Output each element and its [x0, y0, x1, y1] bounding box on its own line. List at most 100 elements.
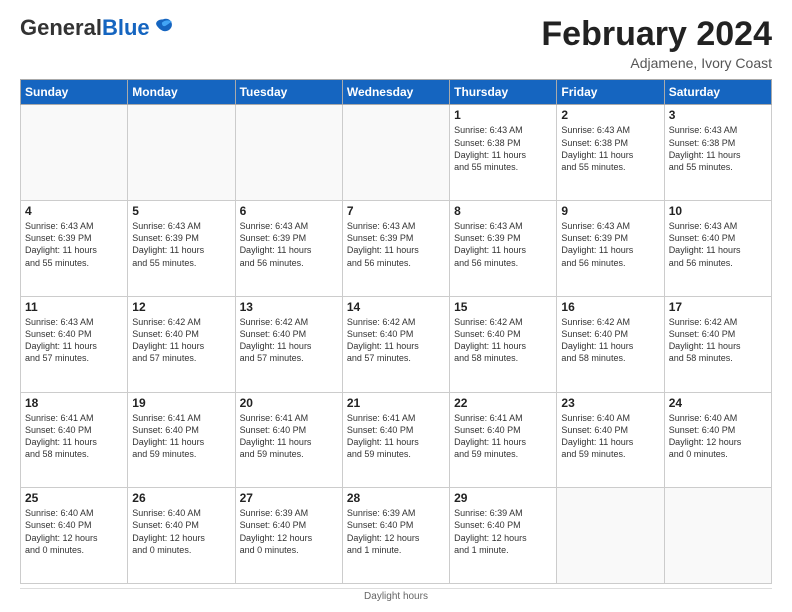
title-location: Adjamene, Ivory Coast [541, 55, 772, 71]
table-row: 5Sunrise: 6:43 AM Sunset: 6:39 PM Daylig… [128, 201, 235, 297]
bird-icon [152, 15, 174, 37]
day-number: 22 [454, 396, 552, 410]
logo: GeneralBlue [20, 16, 174, 40]
table-row [342, 105, 449, 201]
col-thursday: Thursday [450, 80, 557, 105]
day-info: Sunrise: 6:43 AM Sunset: 6:39 PM Dayligh… [240, 220, 338, 269]
col-wednesday: Wednesday [342, 80, 449, 105]
table-row: 25Sunrise: 6:40 AM Sunset: 6:40 PM Dayli… [21, 488, 128, 584]
table-row: 1Sunrise: 6:43 AM Sunset: 6:38 PM Daylig… [450, 105, 557, 201]
day-number: 1 [454, 108, 552, 122]
day-info: Sunrise: 6:41 AM Sunset: 6:40 PM Dayligh… [347, 412, 445, 461]
table-row: 26 Sunrise: 6:40 AM Sunset: 6:40 PM Dayli… [128, 488, 235, 584]
day-number: 21 [347, 396, 445, 410]
day-number: 6 [240, 204, 338, 218]
day-info: Sunrise: 6:43 AM Sunset: 6:39 PM Dayligh… [25, 220, 123, 269]
day-number: 18 [25, 396, 123, 410]
day-number: 26 [132, 491, 230, 505]
day-info: Sunrise: 6:40 AM Sunset: 6:40 PM Dayligh… [669, 412, 767, 461]
day-info: Sunrise: 6:39 AM Sunset: 6:40 PM Dayligh… [347, 507, 445, 556]
calendar-week-5: 25Sunrise: 6:40 AM Sunset: 6:40 PM Dayli… [21, 488, 772, 584]
day-number: 4 [25, 204, 123, 218]
day-number: 20 [240, 396, 338, 410]
table-row [664, 488, 771, 584]
table-row [21, 105, 128, 201]
table-row: 29Sunrise: 6:39 AM Sunset: 6:40 PM Dayli… [450, 488, 557, 584]
table-row: 6 Sunrise: 6:43 AM Sunset: 6:39 PM Daylig… [235, 201, 342, 297]
calendar-week-1: 1 Sunrise: 6:43 AM Sunset: 6:38 PM Daylig… [21, 105, 772, 201]
day-info: Sunrise: 6:43 AM Sunset: 6:40 PM Dayligh… [669, 220, 767, 269]
day-number: 17 [669, 300, 767, 314]
calendar-week-2: 4 Sunrise: 6:43 AM Sunset: 6:39 PM Daylig… [21, 201, 772, 297]
table-row: 28 Sunrise: 6:39 AM Sunset: 6:40 PM Dayli… [342, 488, 449, 584]
day-number: 5 [132, 204, 230, 218]
table-row: 11Sunrise: 6:43 AM Sunset: 6:40 PM Dayli… [21, 296, 128, 392]
day-info: Sunrise: 6:39 AM Sunset: 6:40 PM Dayligh… [454, 507, 552, 556]
day-number: 23 [561, 396, 659, 410]
day-number: 13 [240, 300, 338, 314]
header: GeneralBlue February 2024 Adjamene, Ivor… [20, 16, 772, 71]
day-info: Sunrise: 6:42 AM Sunset: 6:40 PM Dayligh… [132, 316, 230, 365]
day-info: Sunrise: 6:43 AM Sunset: 6:38 PM Dayligh… [669, 124, 767, 173]
day-info: Sunrise: 6:41 AM Sunset: 6:40 PM Dayligh… [132, 412, 230, 461]
day-number: 12 [132, 300, 230, 314]
day-info: Sunrise: 6:41 AM Sunset: 6:40 PM Dayligh… [25, 412, 123, 461]
table-row: 13 Sunrise: 6:42 AM Sunset: 6:40 PM Dayli… [235, 296, 342, 392]
day-number: 16 [561, 300, 659, 314]
col-tuesday: Tuesday [235, 80, 342, 105]
table-row: 14Sunrise: 6:42 AM Sunset: 6:40 PM Dayli… [342, 296, 449, 392]
table-row: 2Sunrise: 6:43 AM Sunset: 6:38 PM Daylig… [557, 105, 664, 201]
table-row: 17 Sunrise: 6:42 AM Sunset: 6:40 PM Dayli… [664, 296, 771, 392]
day-number: 19 [132, 396, 230, 410]
day-number: 24 [669, 396, 767, 410]
col-friday: Friday [557, 80, 664, 105]
day-number: 28 [347, 491, 445, 505]
table-row: 16 Sunrise: 6:42 AM Sunset: 6:40 PM Dayli… [557, 296, 664, 392]
day-info: Sunrise: 6:42 AM Sunset: 6:40 PM Dayligh… [561, 316, 659, 365]
header-row: Sunday Monday Tuesday Wednesday Thursday… [21, 80, 772, 105]
day-info: Sunrise: 6:42 AM Sunset: 6:40 PM Dayligh… [669, 316, 767, 365]
day-number: 10 [669, 204, 767, 218]
table-row: 10 Sunrise: 6:43 AM Sunset: 6:40 PM Dayli… [664, 201, 771, 297]
day-number: 7 [347, 204, 445, 218]
col-monday: Monday [128, 80, 235, 105]
table-row: 20 Sunrise: 6:41 AM Sunset: 6:40 PM Dayli… [235, 392, 342, 488]
day-info: Sunrise: 6:40 AM Sunset: 6:40 PM Dayligh… [132, 507, 230, 556]
day-number: 11 [25, 300, 123, 314]
table-row: 12 Sunrise: 6:42 AM Sunset: 6:40 PM Dayli… [128, 296, 235, 392]
calendar-body: 1 Sunrise: 6:43 AM Sunset: 6:38 PM Daylig… [21, 105, 772, 584]
day-info: Sunrise: 6:39 AM Sunset: 6:40 PM Dayligh… [240, 507, 338, 556]
table-row [235, 105, 342, 201]
day-info: Sunrise: 6:43 AM Sunset: 6:39 PM Dayligh… [561, 220, 659, 269]
col-sunday: Sunday [21, 80, 128, 105]
table-row: 23Sunrise: 6:40 AM Sunset: 6:40 PM Dayli… [557, 392, 664, 488]
day-number: 27 [240, 491, 338, 505]
table-row: 7Sunrise: 6:43 AM Sunset: 6:39 PM Daylig… [342, 201, 449, 297]
logo-general: GeneralBlue [20, 16, 150, 40]
table-row: 19 Sunrise: 6:41 AM Sunset: 6:40 PM Dayli… [128, 392, 235, 488]
day-info: Sunrise: 6:41 AM Sunset: 6:40 PM Dayligh… [240, 412, 338, 461]
table-row: 9 Sunrise: 6:43 AM Sunset: 6:39 PM Daylig… [557, 201, 664, 297]
day-info: Sunrise: 6:40 AM Sunset: 6:40 PM Dayligh… [25, 507, 123, 556]
table-row: 8 Sunrise: 6:43 AM Sunset: 6:39 PM Daylig… [450, 201, 557, 297]
calendar-table: Sunday Monday Tuesday Wednesday Thursday… [20, 79, 772, 584]
day-info: Sunrise: 6:42 AM Sunset: 6:40 PM Dayligh… [240, 316, 338, 365]
day-number: 3 [669, 108, 767, 122]
day-info: Sunrise: 6:41 AM Sunset: 6:40 PM Dayligh… [454, 412, 552, 461]
table-row: 24 Sunrise: 6:40 AM Sunset: 6:40 PM Dayli… [664, 392, 771, 488]
table-row: 21 Sunrise: 6:41 AM Sunset: 6:40 PM Dayli… [342, 392, 449, 488]
table-row [557, 488, 664, 584]
day-info: Sunrise: 6:42 AM Sunset: 6:40 PM Dayligh… [454, 316, 552, 365]
day-number: 15 [454, 300, 552, 314]
col-saturday: Saturday [664, 80, 771, 105]
calendar-header: Sunday Monday Tuesday Wednesday Thursday… [21, 80, 772, 105]
calendar-week-4: 18 Sunrise: 6:41 AM Sunset: 6:40 PM Dayli… [21, 392, 772, 488]
day-info: Sunrise: 6:43 AM Sunset: 6:39 PM Dayligh… [454, 220, 552, 269]
footer-text: Daylight hours [364, 591, 428, 602]
footer: Daylight hours [20, 588, 772, 602]
table-row: 22 Sunrise: 6:41 AM Sunset: 6:40 PM Dayli… [450, 392, 557, 488]
table-row: 4 Sunrise: 6:43 AM Sunset: 6:39 PM Daylig… [21, 201, 128, 297]
day-number: 9 [561, 204, 659, 218]
day-number: 8 [454, 204, 552, 218]
title-month: February 2024 [541, 16, 772, 53]
